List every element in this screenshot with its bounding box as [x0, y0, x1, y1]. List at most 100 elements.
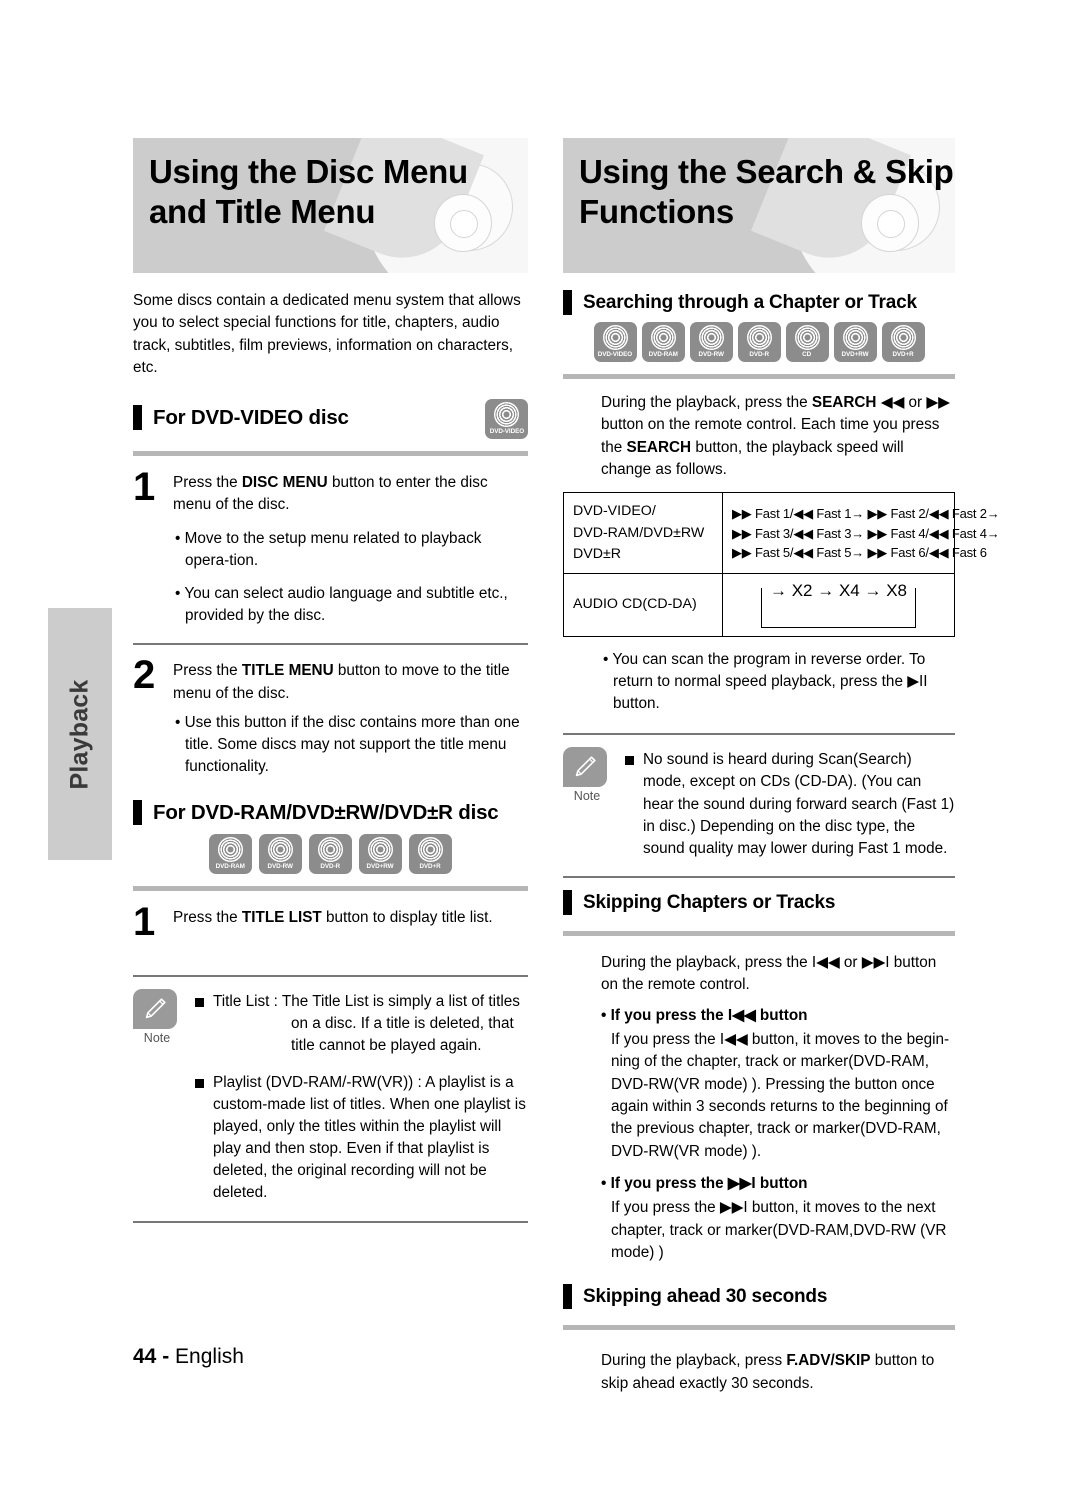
- section-heading-skip30-label: Skipping ahead 30 seconds: [583, 1285, 828, 1307]
- skipping-sub1-text: If you press the I◀◀ button, it moves to…: [611, 1031, 950, 1160]
- step-2-bullet-1: • Use this button if the disc contains m…: [175, 713, 520, 776]
- table-row: DVD-VIDEO/ DVD-RAM/DVD±RW DVD±R ▶▶ Fast …: [563, 492, 1000, 575]
- left-intro-paragraph: Some discs contain a dedicated menu syst…: [133, 292, 521, 376]
- note-item-body: The Title List is simply a list of title…: [281, 993, 520, 1055]
- cd-speed-loop-row: → X2 → X4 → X8: [732, 581, 945, 628]
- step-text-post: button to display title list.: [321, 909, 493, 927]
- step-2-text: Press the TITLE MENU button to move to t…: [173, 660, 528, 704]
- section-heading-skip30: Skipping ahead 30 seconds: [563, 1284, 955, 1310]
- step-1-dvd-video: 1 Press the DISC MENU button to enter th…: [133, 467, 528, 627]
- disc-badge-label: CD: [802, 351, 812, 358]
- step-1-dvd-ram: 1 Press the TITLE LIST button to display…: [133, 900, 528, 945]
- divider-gray-1: [133, 451, 528, 457]
- section-heading-skipping-label: Skipping Chapters or Tracks: [583, 891, 836, 913]
- disc-icon: [746, 325, 772, 350]
- note-item-lead: Title List :: [213, 993, 282, 1010]
- table-cell-audio-cd: AUDIO CD(CD-DA): [563, 573, 723, 637]
- disc-badge-dvd-video: DVD-VIDEO: [593, 322, 637, 362]
- right-banner-title: Using the Search & Skip Functions: [563, 138, 955, 233]
- left-banner-title-line1: Using the Disc Menu: [149, 153, 468, 190]
- note-item-text: No sound is heard during Scan(Search) mo…: [643, 751, 955, 857]
- note-item-title-list: Title List : The Title List is simply a …: [195, 991, 528, 1058]
- disc-badge-label: DVD+RW: [367, 863, 394, 871]
- note-icon-group: Note: [563, 747, 611, 803]
- note-icon-group: Note: [133, 989, 181, 1045]
- searching-body-paragraph: During the playback, press the SEARCH ◀◀…: [601, 392, 955, 481]
- disc-badge-label: DVD-RAM: [215, 863, 246, 871]
- disc-badge-label: DVD-VIDEO: [489, 428, 524, 436]
- section-heading-dvd-video: For DVD-VIDEO disc DVD-VIDEO: [133, 399, 528, 440]
- skip30-body-bold: F.ADV/SKIP: [786, 1352, 871, 1370]
- divider-thin-2: [133, 975, 528, 977]
- step-2-text-pre: Press the: [173, 662, 242, 680]
- note-block-right: Note No sound is heard during Scan(Searc…: [563, 747, 955, 860]
- skipping-sub1-heading: • If you press the I◀◀ button: [601, 1006, 808, 1024]
- disc-badge-dvd-r: DVD-R: [737, 322, 781, 362]
- step-1-text-pre: Press the: [173, 474, 242, 492]
- disc-badge-label: DVD+RW: [841, 351, 869, 358]
- disc-icon: [318, 837, 343, 863]
- left-banner: Using the Disc Menu and Title Menu: [133, 138, 528, 273]
- divider-gray-3: [563, 374, 955, 379]
- disc-badge-row-searching: DVD-VIDEO DVD-RAM DVD-RW DVD-R CD DVD+RW…: [563, 322, 955, 362]
- skipping-intro-paragraph: During the playback, press the I◀◀ or ▶▶…: [601, 954, 937, 994]
- note-icon-label: Note: [143, 1031, 171, 1045]
- square-bullet-icon: [195, 1078, 204, 1088]
- searching-body-pre: During the playback, press the: [601, 394, 812, 411]
- right-banner: Using the Search & Skip Functions: [563, 138, 955, 273]
- heading-marker-bar: [133, 405, 142, 431]
- pencil-icon: [133, 989, 177, 1029]
- disc-icon: [268, 837, 293, 863]
- section-heading-dvd-ram-label: For DVD-RAM/DVD±RW/DVD±R disc: [153, 800, 499, 824]
- speed-line: ▶▶ Fast 3/◀◀ Fast 3→ ▶▶ Fast 4/◀◀ Fast 4…: [732, 525, 1000, 541]
- speed-line: ▶▶ Fast 1/◀◀ Fast 1→ ▶▶ Fast 2/◀◀ Fast 2…: [732, 506, 1000, 521]
- right-column: Using the Search & Skip Functions Search…: [563, 138, 1000, 1403]
- note-block-left: Note Title List : The Title List is simp…: [133, 989, 528, 1205]
- step-2-dvd-video: 2 Press the TITLE MENU button to move to…: [133, 653, 528, 778]
- cd-speed-loop-text: → X2 → X4 → X8: [770, 581, 907, 601]
- disc-badge-label: DVD-R: [749, 351, 769, 358]
- divider-thin-3: [133, 1220, 528, 1223]
- section-heading-searching-label: Searching through a Chapter or Track: [583, 291, 917, 313]
- table-cell-audio-cd-speeds: → X2 → X4 → X8: [722, 573, 955, 637]
- step-number: 1: [133, 900, 156, 945]
- note-icon-label: Note: [573, 789, 601, 804]
- disc-badge-dvd-video: DVD-VIDEO: [485, 399, 528, 440]
- heading-marker-bar: [563, 290, 572, 315]
- note-item-text: Title List : The Title List is simply a …: [213, 991, 528, 1058]
- cd-speed-loop-bracket: → X2 → X4 → X8: [761, 581, 916, 628]
- step-1-bullet-1: • Move to the setup menu related to play…: [175, 529, 482, 569]
- section-heading-searching: Searching through a Chapter or Track: [563, 290, 955, 315]
- disc-badge-row-dvd-ram: DVD-RAM DVD-RW DVD-R DVD+RW DVD+R: [133, 834, 528, 875]
- heading-marker-bar: [133, 800, 142, 826]
- disc-icon: [494, 402, 519, 428]
- disc-icon: [368, 837, 393, 863]
- page-footer: 44 - English: [133, 1345, 244, 1369]
- step-number: 2: [133, 653, 156, 698]
- disc-badge-dvd-ram: DVD-RAM: [209, 834, 252, 875]
- disc-icon: [794, 325, 820, 350]
- disc-badge-label: DVD-R: [320, 863, 341, 871]
- section-heading-dvd-ram: For DVD-RAM/DVD±RW/DVD±R disc: [133, 800, 528, 826]
- section-heading-dvd-video-label: For DVD-VIDEO disc: [153, 405, 349, 429]
- step-1-text: Press the DISC MENU button to enter the …: [173, 472, 528, 516]
- disc-badge-dvd-r: DVD-R: [309, 834, 352, 875]
- disc-type-line: DVD-RAM/DVD±RW: [573, 524, 705, 541]
- note-item-text: Playlist (DVD-RAM/-RW(VR)) : A playlist …: [213, 1073, 526, 1202]
- disc-icon: [218, 837, 243, 863]
- square-bullet-icon: [195, 998, 204, 1007]
- disc-badge-label: DVD-RAM: [648, 351, 678, 358]
- playback-side-tab: Playback: [48, 608, 112, 860]
- pencil-icon: [563, 747, 607, 788]
- skip30-body-pre: During the playback, press: [601, 1352, 787, 1370]
- disc-type-line: DVD-VIDEO/: [573, 503, 656, 520]
- disc-icon: [650, 325, 676, 350]
- step-text-pre: Press the: [173, 909, 242, 927]
- disc-icon: [842, 325, 868, 350]
- disc-icon: [698, 325, 724, 350]
- step-1-bullet-2: • You can select audio language and subt…: [175, 585, 508, 625]
- disc-icon: [602, 325, 628, 350]
- disc-badge-dvd-plus-rw: DVD+RW: [359, 834, 402, 875]
- divider-thin-4: [563, 733, 955, 736]
- footer-language: English: [175, 1345, 244, 1368]
